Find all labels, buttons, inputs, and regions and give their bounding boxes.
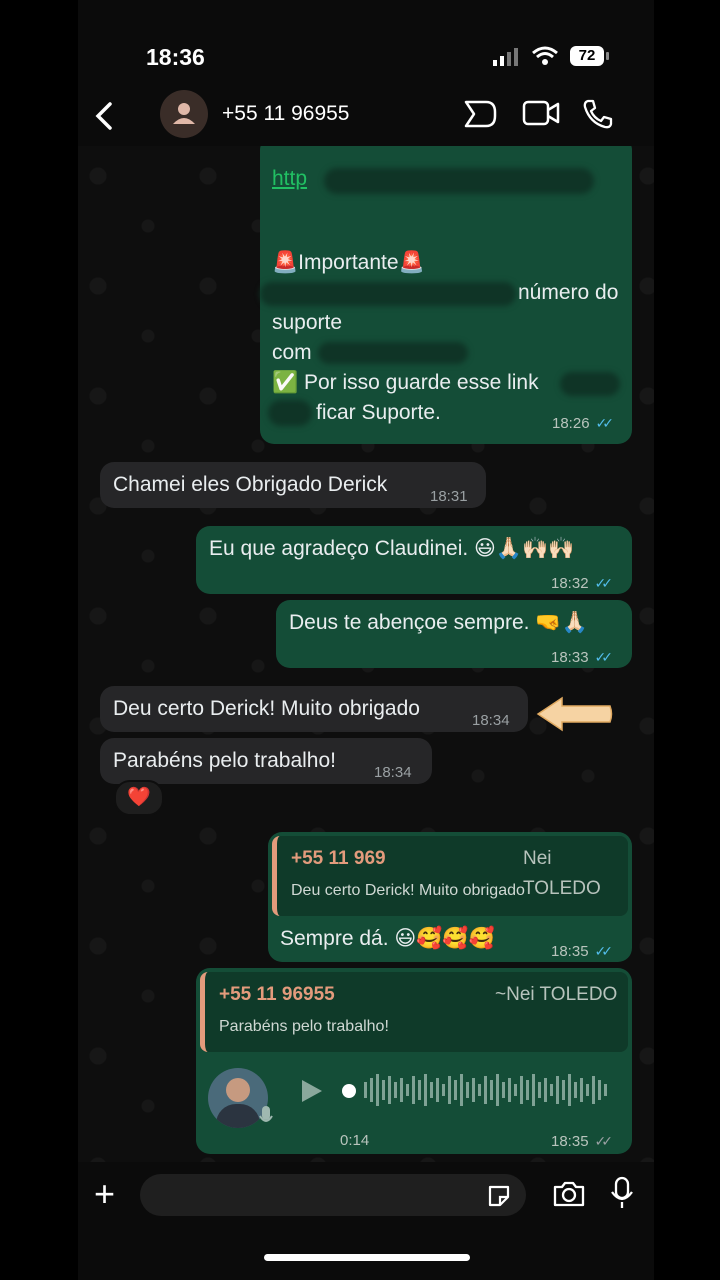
- quote-name: ~Nei TOLEDO: [495, 984, 618, 1005]
- message-text: Parabéns pelo trabalho!: [113, 749, 336, 772]
- message-incoming-3[interactable]: Parabéns pelo trabalho! 18:34: [100, 738, 432, 784]
- voice-duration: 0:14: [340, 1132, 370, 1149]
- quote-number: +55 11 969: [291, 848, 386, 869]
- quoted-message[interactable]: +55 11 96955 ~Nei TOLEDO Parabéns pelo t…: [200, 972, 628, 1052]
- message-outgoing-3[interactable]: Deus te abençoe sempre. 🤜🙏🏻 18:33 ✓✓: [276, 600, 632, 668]
- message-text: Eu que agradeço Claudinei. 😃🙏🏻🙌🏻🙌🏻: [209, 537, 575, 560]
- quote-text: Parabéns pelo trabalho!: [219, 1018, 389, 1035]
- input-bar: +: [78, 1162, 654, 1280]
- redacted-area: [560, 372, 620, 396]
- video-call-icon[interactable]: [522, 98, 560, 128]
- message-time: 18:32 ✓✓: [551, 575, 614, 592]
- mic-icon: [259, 1106, 273, 1122]
- redacted-area: [260, 282, 516, 306]
- redacted-area: [268, 400, 312, 426]
- message-text: Deu certo Derick! Muito obrigado: [113, 697, 420, 720]
- voice-message-outgoing[interactable]: +55 11 96955 ~Nei TOLEDO Parabéns pelo t…: [196, 968, 632, 1154]
- delivered-ticks-icon: ✓✓: [594, 1133, 614, 1149]
- quote-number: +55 11 96955: [219, 984, 335, 1005]
- message-time: 18:31: [430, 488, 468, 505]
- message-line: suporte: [272, 311, 343, 334]
- message-line: com: [272, 341, 312, 364]
- message-text: Deus te abençoe sempre. 🤜🙏🏻: [289, 611, 588, 634]
- message-outgoing-4[interactable]: +55 11 969 Nei TOLEDO Deu certo Derick! …: [268, 832, 632, 962]
- message-incoming-1[interactable]: Chamei eles Obrigado Derick 18:31: [100, 462, 486, 508]
- redacted-area: [318, 342, 468, 364]
- play-icon[interactable]: [300, 1078, 324, 1104]
- message-link[interactable]: http: [272, 164, 307, 194]
- message-line: número do: [518, 281, 619, 304]
- sticker-icon[interactable]: [486, 1183, 512, 1209]
- quoted-message[interactable]: +55 11 969 Nei TOLEDO Deu certo Derick! …: [272, 836, 628, 916]
- message-time: 18:34: [374, 764, 412, 781]
- redacted-area: [324, 168, 594, 194]
- signal-icon: [493, 48, 518, 66]
- message-line: ficar Suporte.: [316, 401, 441, 424]
- message-line-important: 🚨Importante🚨: [272, 251, 425, 274]
- message-incoming-2[interactable]: Deu certo Derick! Muito obrigado 18:34: [100, 686, 528, 732]
- quote-text: Deu certo Derick! Muito obrigado: [291, 882, 525, 899]
- audio-scrubber[interactable]: [342, 1084, 356, 1098]
- arrow-annotation-icon: [536, 696, 613, 732]
- message-text: Chamei eles Obrigado Derick: [113, 473, 388, 496]
- message-time: 18:33 ✓✓: [551, 649, 614, 666]
- read-ticks-icon: ✓✓: [594, 575, 614, 591]
- read-ticks-icon: ✓✓: [594, 649, 614, 665]
- contact-avatar-icon: [173, 103, 195, 124]
- sticker-icon[interactable]: [462, 98, 498, 130]
- chat-header: +55 11 96955: [78, 86, 654, 146]
- back-icon[interactable]: [90, 98, 116, 134]
- wifi-icon: [532, 46, 558, 65]
- read-ticks-icon: ✓✓: [595, 415, 615, 431]
- waveform: [364, 1074, 607, 1106]
- mic-icon[interactable]: [610, 1176, 634, 1210]
- message-time: 18:35 ✓✓: [551, 943, 614, 960]
- camera-icon[interactable]: [552, 1180, 586, 1208]
- plus-icon[interactable]: +: [94, 1176, 115, 1212]
- message-time: 18:35 ✓✓: [551, 1133, 614, 1150]
- message-outgoing-1[interactable]: http 🚨Importante🚨 número do suporte com …: [260, 146, 632, 444]
- contact-name[interactable]: +55 11 96955: [222, 102, 350, 126]
- quote-name: Nei TOLEDO: [523, 848, 601, 899]
- message-text: Sempre dá. 😃🥰🥰🥰: [280, 927, 495, 950]
- message-time: 18:34: [472, 712, 510, 729]
- phone-icon[interactable]: [582, 98, 614, 130]
- message-input[interactable]: [140, 1174, 526, 1216]
- contact-avatar[interactable]: [160, 90, 208, 138]
- home-indicator[interactable]: [264, 1254, 470, 1261]
- read-ticks-icon: ✓✓: [594, 943, 614, 959]
- battery-tip: [606, 52, 609, 60]
- reaction-badge[interactable]: ❤️: [114, 780, 164, 816]
- message-line: ✅ Por isso guarde esse link: [272, 371, 539, 394]
- message-time: 18:26 ✓✓: [552, 415, 615, 432]
- chat-area[interactable]: http 🚨Importante🚨 número do suporte com …: [78, 146, 654, 1162]
- phone-screen: 18:36 72 +55 11 96955 http 🚨Importante🚨 …: [78, 0, 654, 1280]
- status-bar: 18:36 72: [78, 30, 654, 84]
- status-time: 18:36: [146, 44, 205, 70]
- message-outgoing-2[interactable]: Eu que agradeço Claudinei. 😃🙏🏻🙌🏻🙌🏻 18:32…: [196, 526, 632, 594]
- battery-indicator: 72: [570, 46, 604, 66]
